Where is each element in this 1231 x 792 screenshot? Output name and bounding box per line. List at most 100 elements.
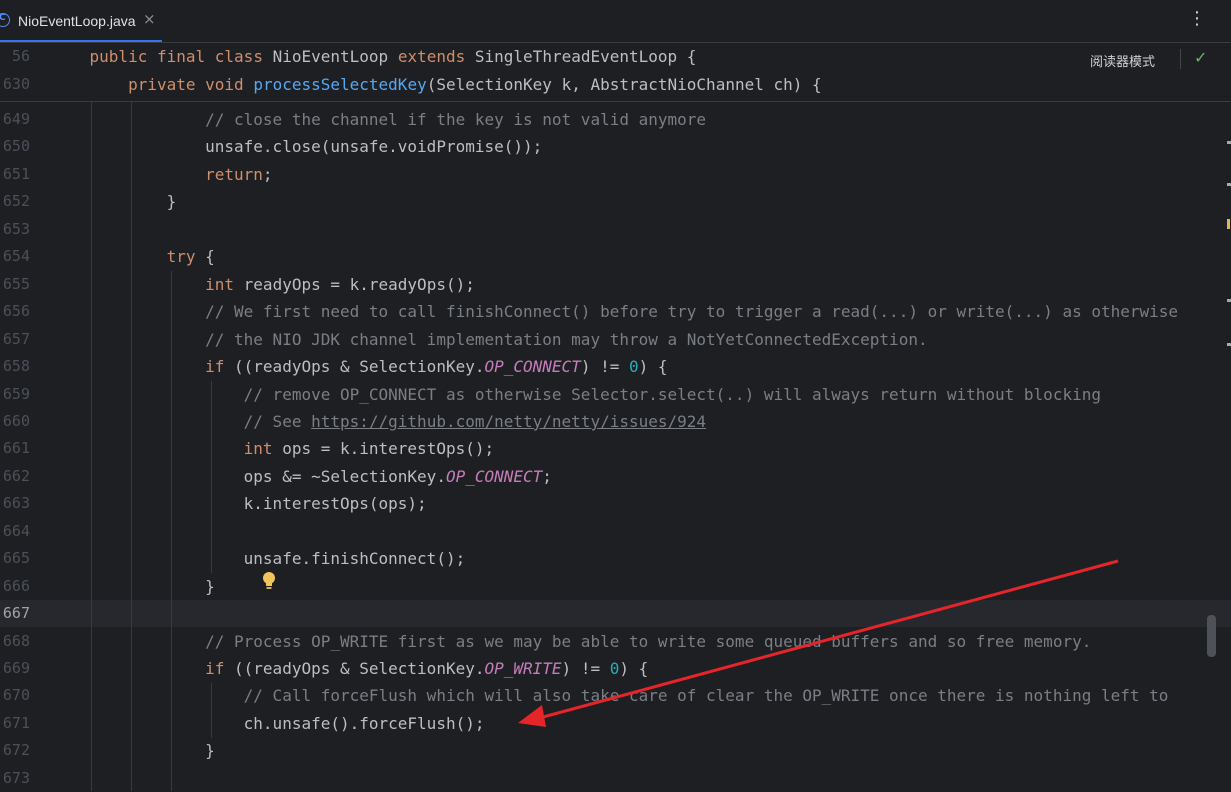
code-line[interactable]: 651 return; [0, 161, 1231, 188]
code-line[interactable]: 668 // Process OP_WRITE first as we may … [0, 628, 1231, 655]
code-text: ops &= ~SelectionKey.OP_CONNECT; [51, 463, 552, 490]
code-line[interactable]: 670 // Call forceFlush which will also t… [0, 682, 1231, 709]
line-number[interactable]: 673 [0, 765, 30, 792]
code-line[interactable]: 664 [0, 518, 1231, 545]
code-line[interactable]: 659 // remove OP_CONNECT as otherwise Se… [0, 381, 1231, 408]
code-text: // remove OP_CONNECT as otherwise Select… [51, 381, 1101, 408]
code-line[interactable]: 672 } [0, 737, 1231, 764]
code-text: // Process OP_WRITE first as we may be a… [51, 628, 1091, 655]
code-line[interactable]: 671 ch.unsafe().forceFlush(); [0, 710, 1231, 737]
line-number[interactable]: 653 [0, 216, 30, 243]
vertical-scrollbar-thumb[interactable] [1207, 615, 1216, 657]
more-options-icon[interactable]: ⋮ [1188, 9, 1206, 29]
line-number[interactable]: 666 [0, 573, 30, 600]
line-number[interactable]: 671 [0, 710, 30, 737]
line-number[interactable]: 630 [0, 71, 30, 98]
line-number[interactable]: 56 [0, 43, 30, 70]
line-number[interactable]: 657 [0, 326, 30, 353]
code-token: ) { [638, 357, 668, 377]
close-tab-icon[interactable]: × [143, 10, 156, 28]
line-number[interactable]: 655 [0, 271, 30, 298]
code-line[interactable]: 653 [0, 216, 1231, 243]
code-line[interactable]: 630 private void processSelectedKey(Sele… [0, 71, 1231, 98]
code-token: ops &= ~SelectionKey. [51, 466, 446, 486]
code-text: // close the channel if the key is not v… [51, 106, 706, 133]
line-number[interactable]: 654 [0, 243, 30, 270]
code-line[interactable]: 652 } [0, 188, 1231, 215]
code-token: (SelectionKey k, AbstractNioChannel ch) … [426, 75, 822, 94]
code-token: if [205, 659, 225, 678]
code-token: int [243, 439, 273, 459]
code-line[interactable]: 656 // We first need to call finishConne… [0, 298, 1231, 325]
code-token: ((readyOps & SelectionKey. [224, 357, 485, 377]
code-editor[interactable]: 56 public final class NioEventLoop exten… [0, 43, 1231, 791]
line-number[interactable]: 662 [0, 463, 30, 490]
code-link[interactable]: https://github.com/netty/netty/issues/92… [311, 412, 706, 431]
code-line[interactable]: 657 // the NIO JDK channel implementatio… [0, 326, 1231, 353]
line-number[interactable]: 669 [0, 655, 30, 682]
line-number[interactable]: 663 [0, 490, 30, 517]
code-line[interactable]: 56 public final class NioEventLoop exten… [0, 43, 1231, 70]
code-line[interactable]: 667 [0, 600, 1231, 628]
code-line[interactable]: 663 k.interestOps(ops); [0, 490, 1231, 517]
line-number[interactable]: 659 [0, 381, 30, 408]
code-token: // See [51, 411, 312, 431]
toolbar-separator [1180, 49, 1181, 69]
code-line[interactable]: 662 ops &= ~SelectionKey.OP_CONNECT; [0, 463, 1231, 490]
code-line[interactable]: 669 if ((readyOps & SelectionKey.OP_WRIT… [0, 655, 1231, 682]
code-line[interactable]: 673 [0, 765, 1231, 792]
line-number[interactable]: 672 [0, 737, 30, 764]
code-line[interactable]: 649 // close the channel if the key is n… [0, 106, 1231, 133]
code-text: } [51, 188, 177, 215]
code-token: readyOps = k.readyOps(); [234, 274, 475, 294]
code-text: int readyOps = k.readyOps(); [51, 271, 475, 298]
line-number[interactable]: 664 [0, 518, 30, 545]
code-text: // We first need to call finishConnect()… [51, 298, 1178, 325]
code-text: unsafe.finishConnect(); [51, 545, 466, 572]
code-token: k.interestOps(ops); [51, 494, 427, 514]
code-token: ops = k.interestOps(); [272, 439, 495, 459]
code-token: processSelectedKey [253, 75, 427, 94]
code-token: int [205, 274, 235, 294]
line-number[interactable]: 651 [0, 161, 30, 188]
code-line[interactable]: 650 unsafe.close(unsafe.voidPromise()); [0, 133, 1231, 160]
code-token: try [166, 247, 196, 267]
line-number[interactable]: 667 [0, 600, 30, 627]
line-number[interactable]: 660 [0, 408, 30, 435]
line-number[interactable]: 652 [0, 188, 30, 215]
code-token: unsafe.close(unsafe.voidPromise()); [51, 137, 543, 157]
line-number[interactable]: 670 [0, 682, 30, 709]
inspection-ok-icon[interactable]: ✓ [1194, 48, 1207, 67]
code-line[interactable]: 658 if ((readyOps & SelectionKey.OP_CONN… [0, 353, 1231, 380]
code-token: void [205, 75, 244, 94]
line-number[interactable]: 656 [0, 298, 30, 325]
line-number[interactable]: 661 [0, 435, 30, 462]
code-line[interactable]: 660 // See https://github.com/netty/nett… [0, 408, 1231, 435]
code-line[interactable]: 655 int readyOps = k.readyOps(); [0, 271, 1231, 298]
code-text: if ((readyOps & SelectionKey.OP_WRITE) !… [51, 655, 648, 682]
line-number[interactable]: 649 [0, 106, 30, 133]
sticky-scroll-header[interactable]: 56 public final class NioEventLoop exten… [0, 43, 1231, 102]
indent-guide [211, 683, 212, 738]
line-number[interactable]: 665 [0, 545, 30, 572]
line-number[interactable]: 668 [0, 628, 30, 655]
tab-nioeventloop[interactable]: C NioEventLoop.java × [0, 0, 162, 42]
code-token: ) { [619, 659, 649, 678]
reader-mode-button[interactable]: 阅读器模式 [1090, 51, 1155, 70]
code-line[interactable]: 654 try { [0, 243, 1231, 270]
code-line[interactable]: 665 unsafe.finishConnect(); [0, 545, 1231, 572]
line-number[interactable]: 650 [0, 133, 30, 160]
code-text: k.interestOps(ops); [51, 490, 427, 517]
line-number[interactable]: 658 [0, 353, 30, 380]
code-token: { [195, 247, 215, 267]
lightbulb-icon[interactable] [262, 571, 276, 591]
code-line[interactable]: 666 } [0, 573, 1231, 600]
code-line[interactable]: 661 int ops = k.interestOps(); [0, 435, 1231, 462]
